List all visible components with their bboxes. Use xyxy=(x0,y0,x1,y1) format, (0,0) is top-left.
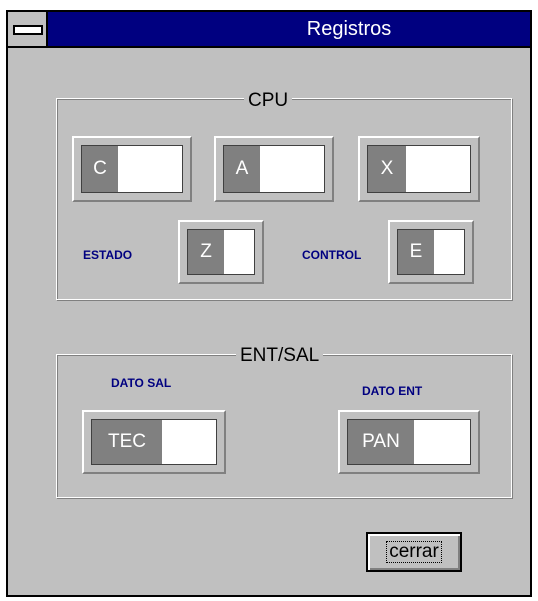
register-a-field: A xyxy=(223,145,325,193)
cerrar-button[interactable]: cerrar xyxy=(366,532,462,572)
estado-label: ESTADO xyxy=(83,248,133,262)
dato-ent-label: DATO ENT xyxy=(362,384,423,398)
register-pan: PAN xyxy=(338,410,480,474)
register-x-field: X xyxy=(367,145,471,193)
register-x: X xyxy=(358,136,480,202)
title-bar: Registros xyxy=(8,12,530,48)
io-group-legend: ENT/SAL xyxy=(236,345,324,367)
register-c: C xyxy=(72,136,192,202)
register-a-label: A xyxy=(224,146,260,192)
register-z-field: Z xyxy=(187,229,255,275)
register-z-label: Z xyxy=(188,230,224,274)
minus-icon xyxy=(13,25,43,35)
control-label: CONTROL xyxy=(302,248,362,262)
register-c-field: C xyxy=(81,145,183,193)
registros-window: Registros CPU C A X ESTADO Z CONTROL E E… xyxy=(6,10,532,597)
register-e: E xyxy=(388,220,474,284)
register-pan-label: PAN xyxy=(348,420,414,464)
register-tec-field: TEC xyxy=(91,419,217,465)
cpu-group-legend: CPU xyxy=(244,90,293,112)
register-tec-label: TEC xyxy=(92,420,162,464)
register-z: Z xyxy=(178,220,264,284)
dato-sal-label: DATO SAL xyxy=(111,376,172,390)
register-x-label: X xyxy=(368,146,406,192)
register-a: A xyxy=(214,136,334,202)
register-e-label: E xyxy=(398,230,434,274)
cerrar-button-label: cerrar xyxy=(386,541,442,563)
register-e-field: E xyxy=(397,229,465,275)
register-pan-field: PAN xyxy=(347,419,471,465)
register-c-label: C xyxy=(82,146,118,192)
system-menu-button[interactable] xyxy=(8,12,48,46)
window-title: Registros xyxy=(306,18,392,40)
register-tec: TEC xyxy=(82,410,226,474)
